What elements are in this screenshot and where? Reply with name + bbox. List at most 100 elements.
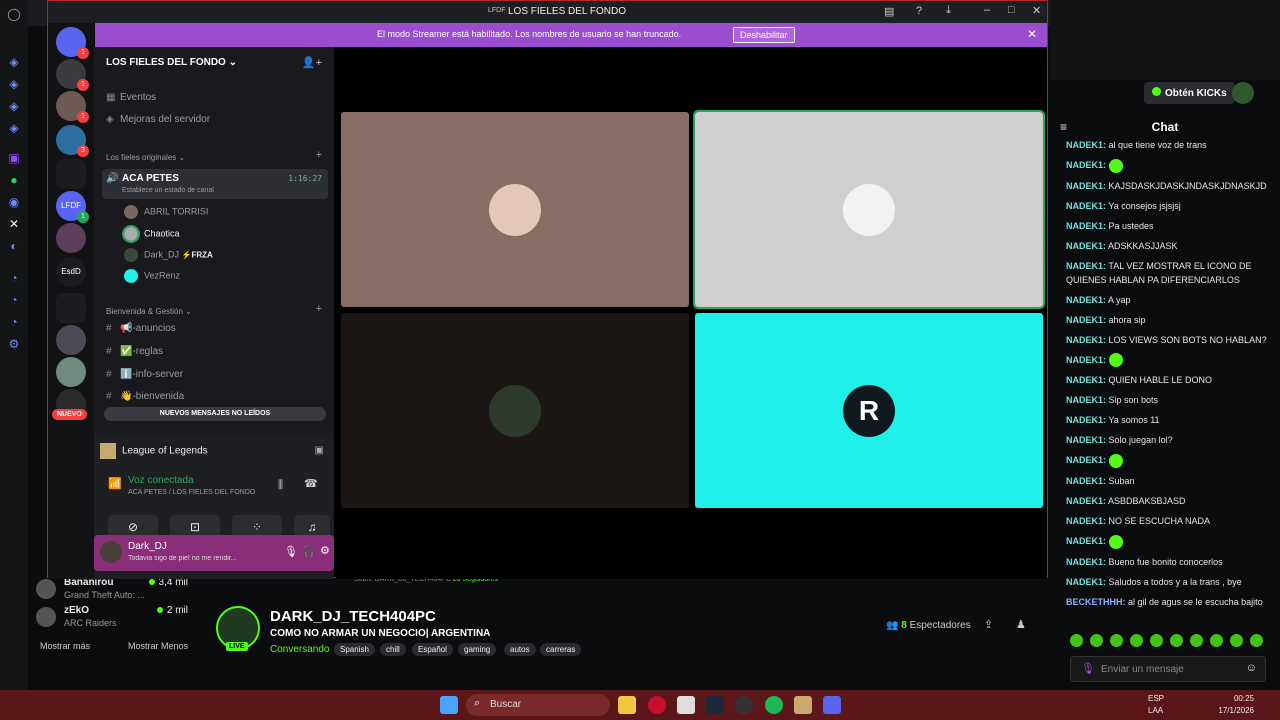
get-kicks-button[interactable]: Obtén KICKs	[1144, 82, 1235, 104]
server-icon[interactable]: LFDF 1	[56, 191, 89, 223]
chat-username[interactable]: NADEK1:	[1066, 315, 1106, 325]
voice-connected-label[interactable]: Voz conectada	[128, 475, 194, 486]
download-icon[interactable]: ⤓	[946, 4, 951, 17]
settings-icon[interactable]: ⚙	[320, 544, 330, 557]
show-more-link[interactable]: Mostrar más	[40, 641, 90, 651]
twitch-icon[interactable]: ▣	[6, 150, 22, 166]
sidebar-icon[interactable]: ◈	[6, 76, 22, 92]
chat-username[interactable]: NADEK1:	[1066, 415, 1106, 425]
screen-share-icon[interactable]: ▣	[315, 445, 324, 456]
sidebar-icon[interactable]: ◔	[6, 292, 22, 308]
sidebar-icon[interactable]: ◈	[6, 54, 22, 70]
chat-username[interactable]: NADEK1:	[1066, 455, 1106, 465]
streamer-name[interactable]: DARK_DJ_TECH404PC	[270, 608, 436, 625]
category-header[interactable]: Los fieles originales ⌄	[106, 153, 185, 162]
chat-username[interactable]: NADEK1:	[1066, 140, 1106, 150]
chat-username[interactable]: NADEK1:	[1066, 496, 1106, 506]
participant-tile[interactable]	[341, 313, 689, 508]
participant-tile[interactable]: R	[695, 313, 1043, 508]
discord-icon[interactable]	[823, 696, 841, 714]
follow-icon[interactable]: ♟	[1016, 618, 1026, 631]
server-icon[interactable]: 1	[56, 91, 89, 123]
file-explorer-icon[interactable]	[618, 696, 636, 714]
chat-username[interactable]: NADEK1:	[1066, 355, 1106, 365]
direct-messages-icon[interactable]: 1	[56, 27, 89, 59]
game-activity[interactable]: League of Legends ▣	[100, 443, 328, 465]
sidebar-icon[interactable]: ◈	[6, 120, 22, 136]
sidebar-icon[interactable]: ◔	[6, 270, 22, 286]
server-icon[interactable]: 3	[56, 125, 89, 157]
chat-username[interactable]: NADEK1:	[1066, 181, 1106, 191]
chat-username[interactable]: NADEK1:	[1066, 536, 1106, 546]
server-icon[interactable]: 1	[56, 59, 89, 91]
server-icon[interactable]	[56, 357, 86, 387]
show-less-link[interactable]: Mostrar Menos	[128, 641, 188, 651]
tag[interactable]: chill	[380, 643, 406, 656]
settings-icon[interactable]: ⚙	[6, 336, 22, 352]
taskbar-search[interactable]: ⌕ Buscar	[466, 694, 610, 716]
new-messages-bar[interactable]: NUEVOS MENSAJES NO LEÍDOS	[104, 407, 326, 421]
inbox-icon[interactable]: ▤	[884, 5, 894, 18]
chat-username[interactable]: NADEK1:	[1066, 435, 1106, 445]
tag[interactable]: autos	[504, 643, 536, 656]
boosts-item[interactable]: ◈ Mejoras del servidor	[106, 114, 328, 134]
channel-anuncios[interactable]: # 📢-anuncios	[106, 323, 328, 343]
folder-icon[interactable]	[56, 159, 86, 189]
username[interactable]: Dark_DJ	[128, 541, 167, 552]
server-name[interactable]: LOS FIELES DEL FONDO ⌄	[106, 57, 237, 68]
chat-username[interactable]: NADEK1:	[1066, 295, 1106, 305]
tag[interactable]: gaming	[458, 643, 497, 656]
server-icon[interactable]: EsdD	[56, 257, 86, 287]
discord-icon[interactable]: ◐	[6, 238, 22, 254]
chat-username[interactable]: NADEK1:	[1066, 261, 1106, 271]
channel-reglas[interactable]: # ✅-reglas	[106, 346, 328, 366]
x-icon[interactable]: ✕	[6, 216, 22, 232]
new-badge[interactable]: NUEVO	[52, 409, 87, 420]
language-indicator[interactable]: ESP LAA	[1148, 693, 1164, 717]
spotify-icon[interactable]	[765, 696, 783, 714]
chat-username[interactable]: NADEK1:	[1066, 335, 1106, 345]
chat-username[interactable]: BECKETHHH:	[1066, 597, 1126, 607]
server-icon[interactable]	[56, 223, 86, 253]
avatar[interactable]	[100, 541, 122, 563]
chat-username[interactable]: NADEK1:	[1066, 395, 1106, 405]
chat-username[interactable]: NADEK1:	[1066, 476, 1106, 486]
participant-tile[interactable]	[693, 110, 1045, 309]
help-icon[interactable]: ?	[916, 5, 922, 17]
server-icon[interactable]	[56, 325, 86, 355]
user-avatar[interactable]	[1232, 82, 1254, 104]
chat-username[interactable]: NADEK1:	[1066, 516, 1106, 526]
close-icon[interactable]: ✕	[1032, 4, 1041, 17]
windows-start-icon[interactable]	[440, 696, 458, 714]
voice-user[interactable]: VezRenz	[124, 269, 180, 289]
chat-username[interactable]: NADEK1:	[1066, 201, 1106, 211]
chat-username[interactable]: NADEK1:	[1066, 557, 1106, 567]
events-item[interactable]: ▦ Eventos	[106, 92, 328, 112]
noise-suppression-icon[interactable]: ⫼	[278, 479, 283, 492]
whatsapp-icon[interactable]: ●	[6, 172, 22, 188]
tag[interactable]: carreras	[540, 643, 582, 656]
invite-icon[interactable]: 👤+	[302, 56, 322, 69]
chat-username[interactable]: NADEK1:	[1066, 577, 1106, 587]
microphone-icon[interactable]: 🎙	[284, 545, 298, 558]
stream-category[interactable]: Conversando	[270, 644, 329, 655]
add-channel-icon[interactable]: +	[316, 149, 322, 161]
chat-input[interactable]: 🎙 Enviar un mensaje ☺	[1070, 656, 1266, 682]
system-clock[interactable]: 00:25 17/1/2026	[1218, 693, 1254, 717]
voice-user[interactable]: Chaotica	[122, 225, 180, 247]
disable-streamer-button[interactable]: Deshabilitar	[733, 27, 795, 43]
steam-icon[interactable]	[706, 696, 724, 714]
chat-username[interactable]: NADEK1:	[1066, 375, 1106, 385]
category-header[interactable]: Bienvenida & Gestión ⌄	[106, 307, 192, 316]
disconnect-icon[interactable]: ☎	[304, 477, 318, 490]
mic-icon[interactable]: 🎙	[1081, 662, 1095, 675]
chat-username[interactable]: NADEK1:	[1066, 221, 1106, 231]
headphones-icon[interactable]: 🎧	[302, 545, 316, 558]
sidebar-icon[interactable]: ◈	[6, 98, 22, 114]
add-channel-icon[interactable]: +	[316, 303, 322, 315]
opera-logo-icon[interactable]: ◯	[6, 6, 22, 22]
tag[interactable]: Español	[412, 643, 453, 656]
tag[interactable]: Spanish	[334, 643, 375, 656]
chat-username[interactable]: NADEK1:	[1066, 241, 1106, 251]
store-icon[interactable]	[677, 696, 695, 714]
